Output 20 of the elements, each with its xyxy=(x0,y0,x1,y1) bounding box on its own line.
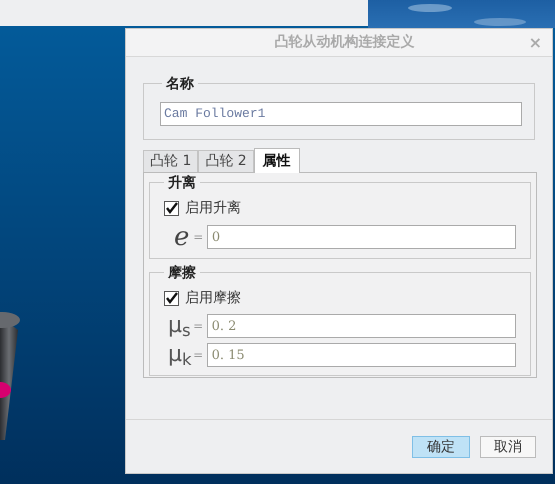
equals-sign: = xyxy=(193,347,204,364)
value-field[interactable]: 0. 15 xyxy=(206,343,516,367)
window-title: 凸轮从动机构连接定义 xyxy=(274,32,414,52)
symbol-label: μ$_{k}$ xyxy=(167,344,193,366)
equals-sign: = xyxy=(193,229,204,246)
name-field[interactable]: Cam Follower1 xyxy=(160,102,522,126)
checkbox[interactable] xyxy=(164,291,179,306)
value-field[interactable]: 0. 2 xyxy=(206,314,516,338)
symbol-label: e xyxy=(173,224,190,250)
tab[interactable]: 凸轮 1 xyxy=(143,150,198,172)
tab[interactable]: 凸轮 2 xyxy=(198,150,254,172)
dialog-button[interactable]: 取消 xyxy=(480,436,536,458)
equals-sign: = xyxy=(193,318,204,335)
dialog-button[interactable]: 确定 xyxy=(412,436,470,458)
tab[interactable]: 属性 xyxy=(254,148,300,173)
checkbox-label: 启用摩擦 xyxy=(185,289,241,308)
checkbox-label: 启用升离 xyxy=(185,199,241,218)
symbol-label: μ$_{s}$ xyxy=(167,315,192,337)
checkbox[interactable] xyxy=(164,201,179,216)
value-field[interactable]: 0 xyxy=(206,225,516,249)
